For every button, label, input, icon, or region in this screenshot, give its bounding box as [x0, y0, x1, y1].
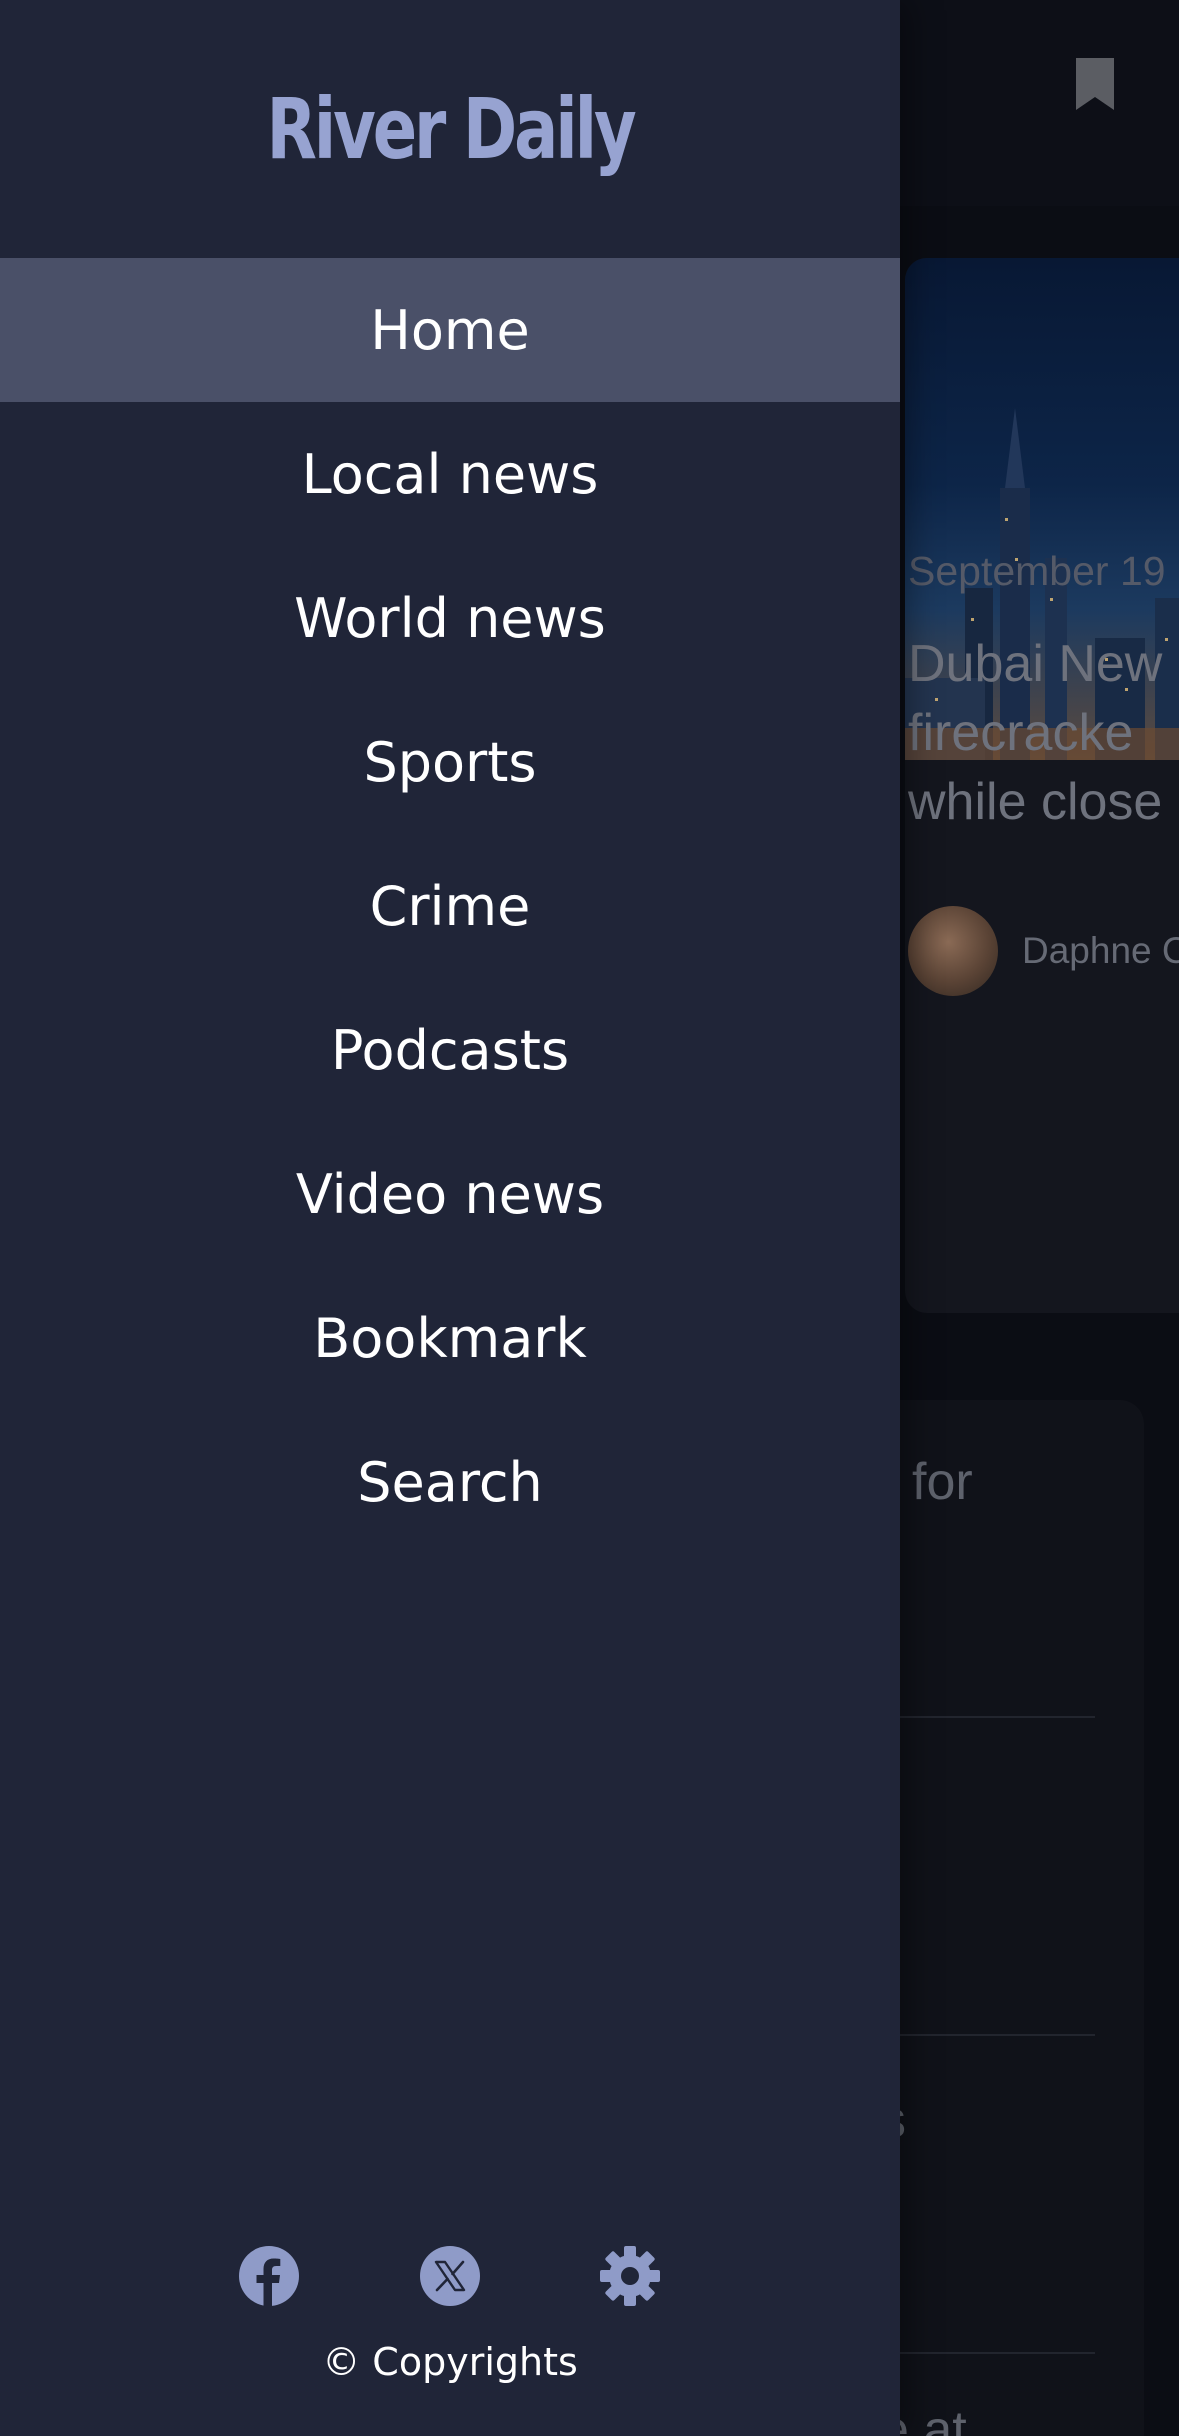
- nav-item-world-news[interactable]: World news: [0, 546, 900, 690]
- nav-item-search[interactable]: Search: [0, 1410, 900, 1554]
- app-logo[interactable]: River Daily: [99, 80, 801, 178]
- featured-article-title-line: Dubai New: [908, 635, 1163, 693]
- nav-menu: Home Local news World news Sports Crime …: [0, 258, 900, 1554]
- navigation-drawer: River Daily Home Local news World news S…: [0, 0, 900, 2436]
- nav-item-home[interactable]: Home: [0, 258, 900, 402]
- nav-item-podcasts[interactable]: Podcasts: [0, 978, 900, 1122]
- featured-article-date: September 19: [908, 548, 1166, 594]
- nav-item-sports[interactable]: Sports: [0, 690, 900, 834]
- copyright-text: © Copyrights: [322, 2340, 578, 2384]
- x-icon[interactable]: [419, 2245, 481, 2307]
- author-name: Daphne C: [1022, 930, 1179, 971]
- featured-article-title-line: while close: [908, 773, 1163, 831]
- featured-article-title-line: firecracke: [908, 704, 1134, 762]
- nav-item-crime[interactable]: Crime: [0, 834, 900, 978]
- social-links: [0, 2245, 900, 2309]
- list-divider: [880, 1716, 1095, 1718]
- facebook-icon[interactable]: [238, 2245, 300, 2307]
- article-list-fragment[interactable]: for: [912, 1452, 973, 1512]
- featured-article-title[interactable]: Dubai New firecracke while close: [908, 630, 1179, 837]
- nav-item-video-news[interactable]: Video news: [0, 1122, 900, 1266]
- nav-item-bookmark[interactable]: Bookmark: [0, 1266, 900, 1410]
- author-avatar: [908, 906, 998, 996]
- gear-icon[interactable]: [599, 2245, 661, 2307]
- bookmark-icon[interactable]: [1072, 56, 1118, 112]
- article-list-panel: [860, 1400, 1144, 2436]
- nav-item-local-news[interactable]: Local news: [0, 402, 900, 546]
- list-divider: [880, 2352, 1095, 2354]
- list-divider: [880, 2034, 1095, 2036]
